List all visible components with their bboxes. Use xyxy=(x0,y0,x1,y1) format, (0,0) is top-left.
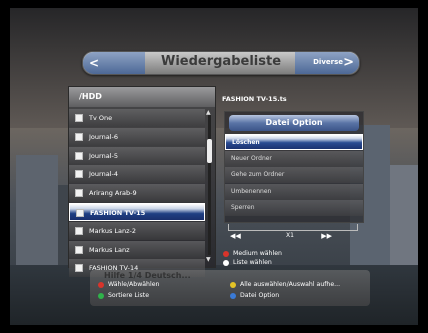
help-legend-bar: Hilfe 1/4 Deutsch... Wähle/Abwählen Sort… xyxy=(90,270,370,306)
file-item-label: Markus Lanz-2 xyxy=(89,226,137,235)
scroll-thumb[interactable] xyxy=(207,139,212,163)
scroll-track xyxy=(208,115,211,255)
legend-select-all[interactable]: Alle auswählen/Auswahl aufhe... xyxy=(230,281,340,288)
option-rename[interactable]: Umbenennen xyxy=(225,183,363,200)
file-option-menu: Datei Option Löschen Neuer Ordner Gehe z… xyxy=(224,111,364,223)
file-item[interactable]: Journal-5 xyxy=(69,146,205,165)
checkbox-icon[interactable] xyxy=(75,264,83,273)
file-item-label: Tv One xyxy=(89,114,113,122)
medium-select[interactable]: Medium wählen xyxy=(223,250,282,259)
file-item-label: FASHION TV-15 xyxy=(90,208,146,217)
red-button-icon xyxy=(223,251,229,257)
speed-multiplier: X1 xyxy=(286,232,294,239)
checkbox-icon[interactable] xyxy=(76,208,84,217)
file-item-label: Journal-5 xyxy=(89,151,118,160)
file-option-header: Datei Option xyxy=(229,115,359,131)
green-button-icon xyxy=(98,293,104,299)
path-header: /HDD xyxy=(69,87,215,107)
file-option-list: Löschen Neuer Ordner Gehe zum Ordner Umb… xyxy=(225,134,363,217)
diverse-label: Diverse xyxy=(313,58,343,66)
option-delete[interactable]: Löschen xyxy=(225,134,363,150)
legend-label: Alle auswählen/Auswahl aufhe... xyxy=(240,281,341,288)
file-panel: /HDD Tv One Journal-6 Journal-5 Journal-… xyxy=(68,86,216,278)
divider xyxy=(228,224,358,231)
file-item[interactable]: Markus Lanz-2 xyxy=(69,221,205,240)
file-item-label: Markus Lanz xyxy=(89,245,130,254)
checkbox-icon[interactable] xyxy=(75,170,83,179)
file-item-label: Journal-4 xyxy=(89,170,118,179)
legend-label: Wähle/Abwählen xyxy=(108,281,160,288)
file-item[interactable]: Journal-4 xyxy=(69,165,205,184)
checkbox-icon[interactable] xyxy=(75,189,83,198)
red-button-icon xyxy=(98,282,104,288)
checkbox-icon[interactable] xyxy=(75,226,83,235)
file-item-selected[interactable]: FASHION TV-15 xyxy=(69,202,205,221)
option-lock[interactable]: Sperren xyxy=(225,200,363,217)
selected-file-title: FASHION TV-15.ts xyxy=(222,95,287,103)
file-item[interactable]: Arirang Arab-9 xyxy=(69,184,205,203)
checkbox-icon[interactable] xyxy=(75,151,83,160)
option-new-folder[interactable]: Neuer Ordner xyxy=(225,150,363,167)
playback-speed: ◀◀ X1 ▶▶ xyxy=(224,232,360,242)
file-item-label: Journal-6 xyxy=(89,132,118,141)
scroll-down-icon[interactable]: ▼ xyxy=(206,256,211,263)
checkbox-icon[interactable] xyxy=(75,132,83,141)
file-item[interactable]: Markus Lanz xyxy=(69,240,205,259)
fast-forward-icon[interactable]: ▶▶ xyxy=(321,232,332,240)
file-list: Tv One Journal-6 Journal-5 Journal-4 Ari… xyxy=(69,109,205,278)
media-options: Medium wählen Liste wählen xyxy=(223,250,282,268)
checkbox-icon[interactable] xyxy=(75,245,83,254)
help-ticker: Hilfe 1/4 Deutsch... xyxy=(104,271,191,280)
medium-select-label: Medium wählen xyxy=(233,250,282,257)
legend-select-toggle[interactable]: Wähle/Abwählen xyxy=(98,281,159,288)
legend-label: Sortiere Liste xyxy=(108,292,150,299)
file-item[interactable]: Tv One xyxy=(69,109,205,127)
blue-button-icon xyxy=(230,293,236,299)
file-list-scrollbar[interactable]: ▲ ▼ xyxy=(206,109,213,263)
file-item[interactable]: Journal-6 xyxy=(69,127,205,146)
option-goto-folder[interactable]: Gehe zum Ordner xyxy=(225,167,363,184)
chevron-right-icon: > xyxy=(343,55,354,70)
yellow-button-icon xyxy=(230,282,236,288)
list-select[interactable]: Liste wählen xyxy=(223,259,282,268)
list-select-label: Liste wählen xyxy=(233,259,272,266)
path-label: /HDD xyxy=(79,92,102,101)
legend-label: Datei Option xyxy=(240,292,280,299)
white-button-icon xyxy=(223,260,229,266)
checkbox-icon[interactable] xyxy=(75,114,83,122)
legend-sort-list[interactable]: Sortiere Liste xyxy=(98,292,149,299)
header-bar: < Wiedergabeliste Diverse > xyxy=(82,51,360,75)
screen: < Wiedergabeliste Diverse > /HDD Tv One … xyxy=(0,0,428,333)
rewind-icon[interactable]: ◀◀ xyxy=(230,232,241,240)
file-item-label: Arirang Arab-9 xyxy=(89,189,137,198)
legend-file-option[interactable]: Datei Option xyxy=(230,292,279,299)
diverse-button[interactable]: Diverse > xyxy=(295,52,359,74)
